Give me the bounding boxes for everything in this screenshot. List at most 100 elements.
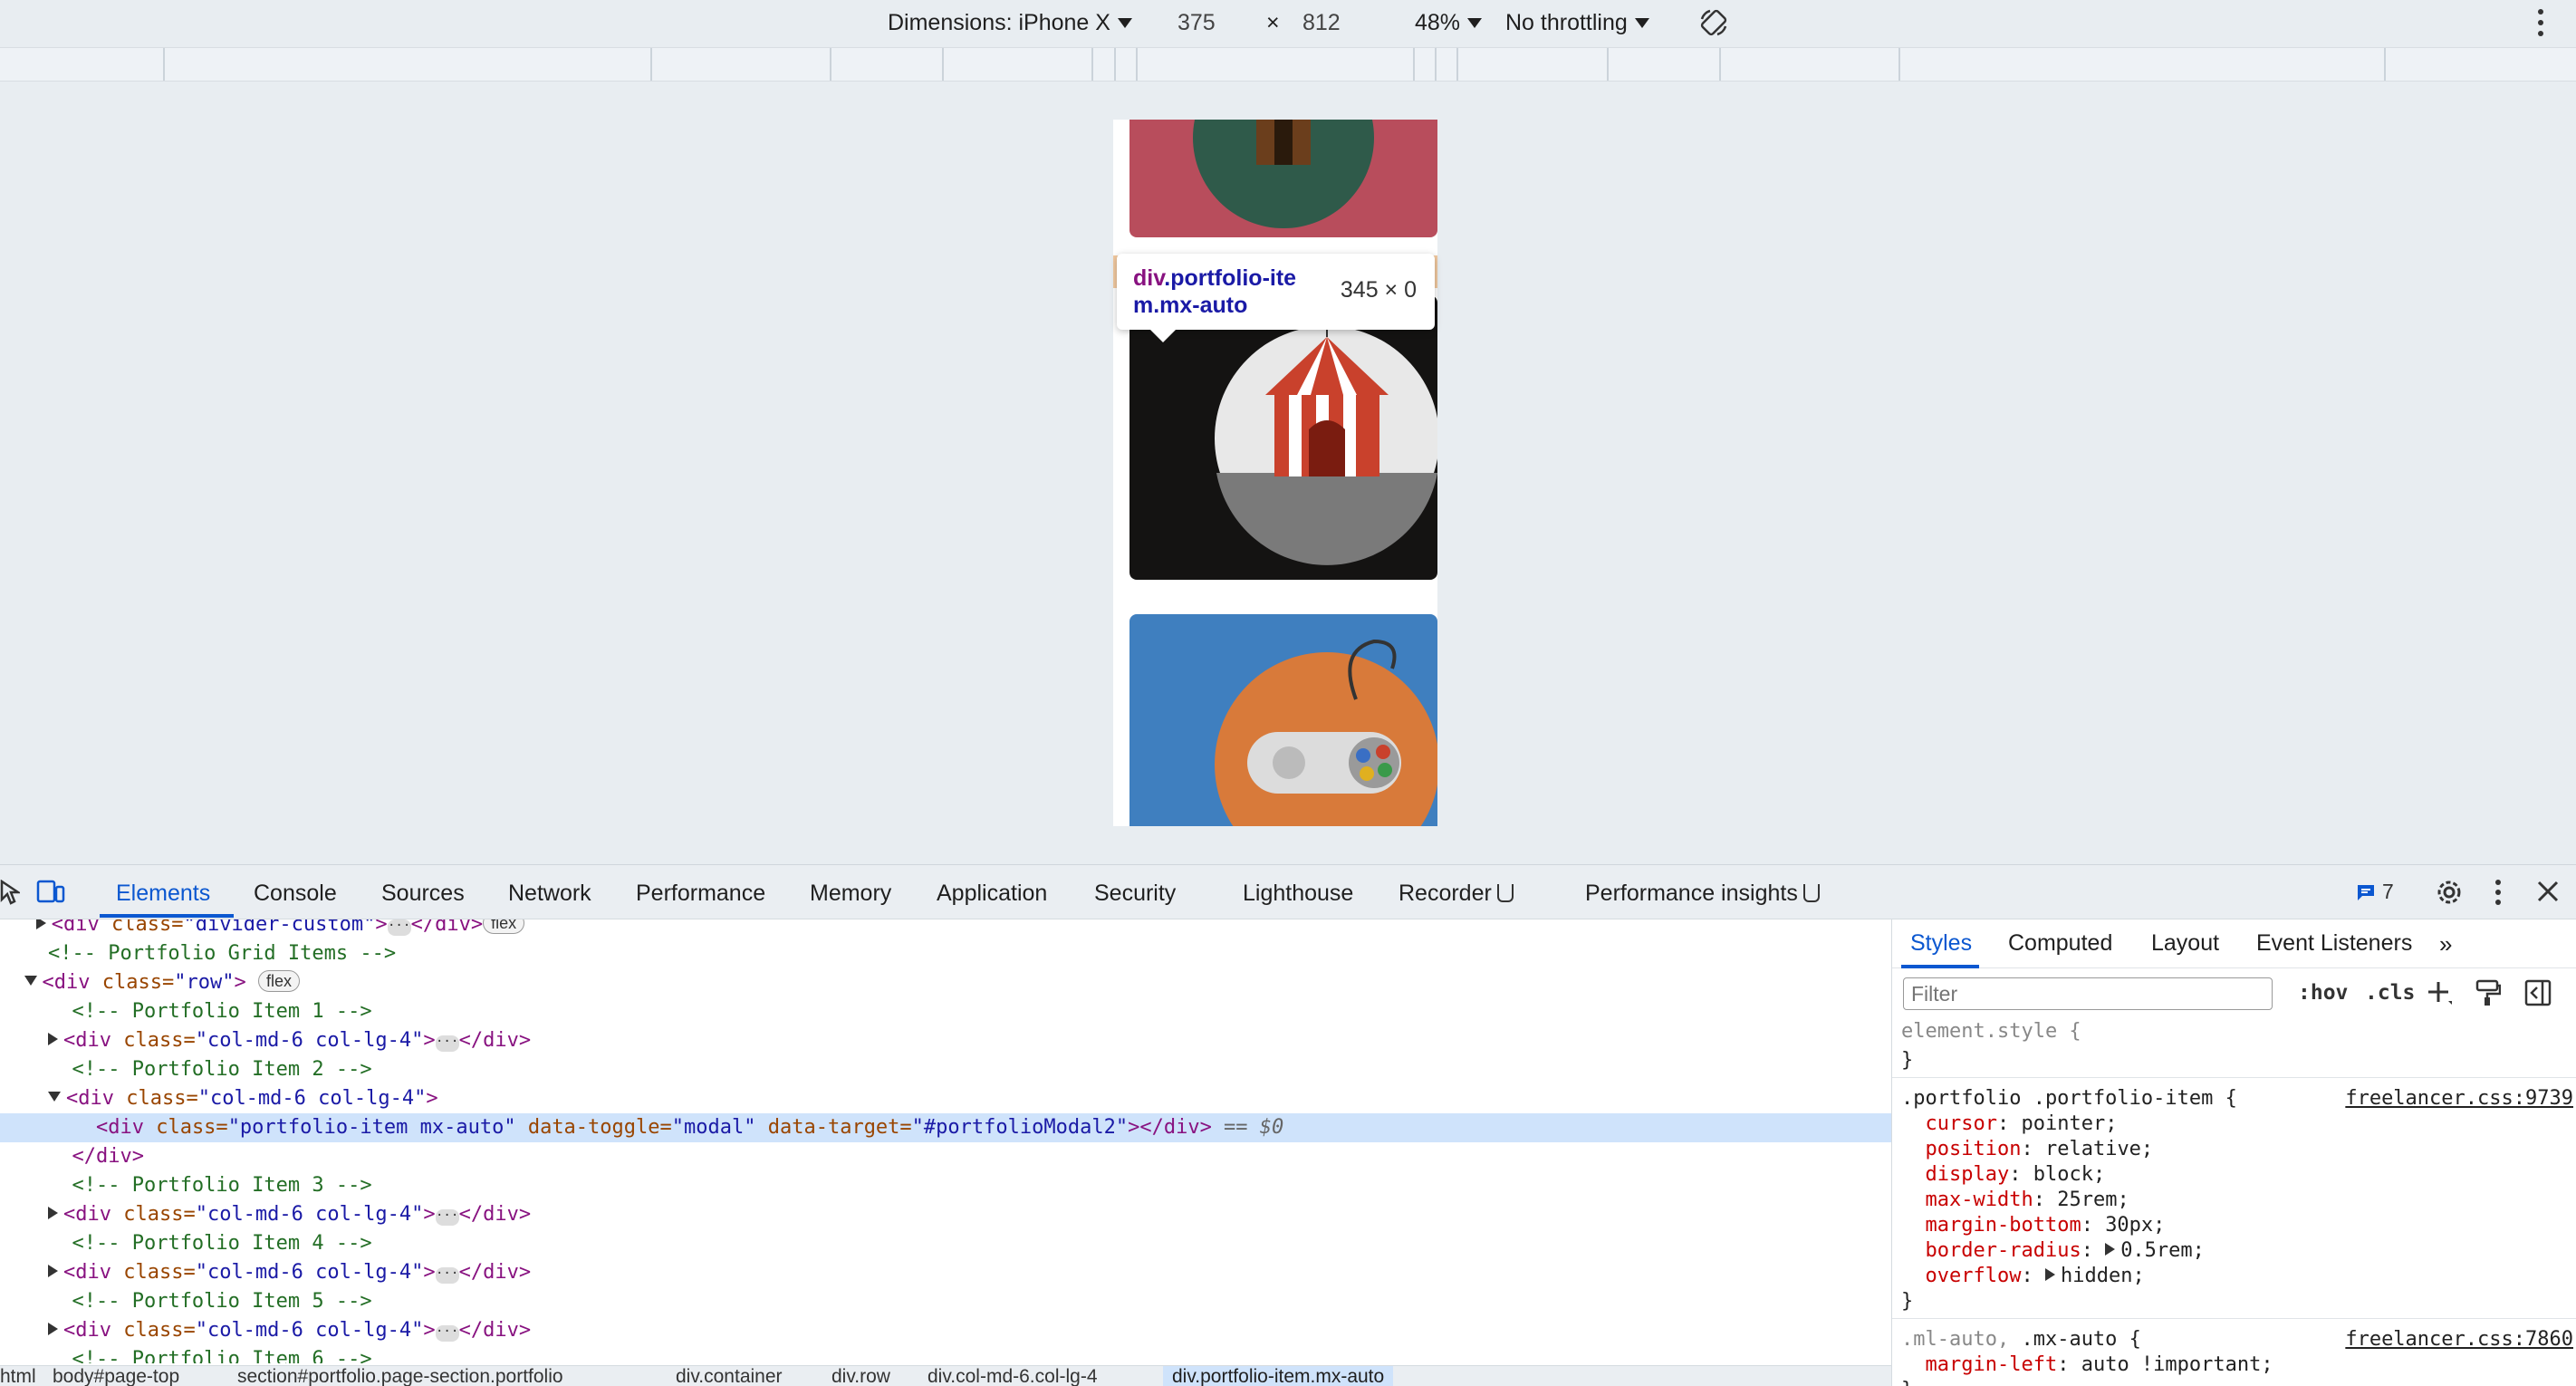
device-dimensions-select[interactable]: Dimensions: iPhone X xyxy=(888,7,1132,38)
viewport-height-input[interactable]: 812 xyxy=(1302,7,1341,38)
dom-node[interactable]: <div class="col-md-6 col-lg-4">···</div> xyxy=(0,1026,1891,1055)
tab-computed[interactable]: Computed xyxy=(2008,930,2112,957)
dom-node[interactable]: <div class="col-md-6 col-lg-4"> xyxy=(0,1084,1891,1113)
breadcrumb-item[interactable]: div.row xyxy=(831,1366,890,1386)
dom-node[interactable]: <div class="row"> flex xyxy=(0,968,1891,997)
styles-filter-input[interactable] xyxy=(1903,977,2273,1010)
throttling-select[interactable]: No throttling xyxy=(1505,7,1649,38)
css-declaration[interactable]: position: relative; xyxy=(1901,1137,2154,1162)
rule-selector[interactable]: .portfolio .portfolio-item { xyxy=(1901,1086,2237,1112)
dom-attr: data-toggle= xyxy=(515,1116,672,1139)
rule-selector[interactable]: .ml-auto, .mx-auto { xyxy=(1901,1327,2141,1352)
tab-application[interactable]: Application xyxy=(937,880,1047,907)
flex-badge[interactable]: flex xyxy=(257,970,300,992)
tab-sources[interactable]: Sources xyxy=(381,880,465,907)
collapse-triangle-icon[interactable] xyxy=(47,1092,61,1102)
rotate-icon[interactable] xyxy=(1697,7,1730,38)
css-declaration[interactable]: margin-left: auto !important; xyxy=(1901,1352,2273,1378)
dom-tag: > xyxy=(423,1261,436,1284)
dom-tag: </div> xyxy=(458,1319,532,1342)
dom-node[interactable]: <div class="col-md-6 col-lg-4">···</div> xyxy=(0,1200,1891,1229)
portfolio-card-game-controller[interactable] xyxy=(1129,614,1437,826)
dom-node[interactable]: <!-- Portfolio Item 6 --> xyxy=(0,1345,1891,1363)
tab-styles[interactable]: Styles xyxy=(1910,930,1972,957)
paint-roller-icon[interactable] xyxy=(2475,979,2502,1011)
dom-node[interactable]: <div class="col-md-6 col-lg-4">···</div> xyxy=(0,1316,1891,1345)
collapsed-ellipsis[interactable]: ··· xyxy=(435,1325,459,1342)
inspect-element-icon[interactable] xyxy=(0,879,23,911)
dom-node[interactable]: <div class="col-md-6 col-lg-4">···</div> xyxy=(0,1258,1891,1287)
tab-performance[interactable]: Performance xyxy=(636,880,765,907)
class-toggle[interactable]: .cls xyxy=(2365,981,2415,1005)
breadcrumb-item[interactable]: div.container xyxy=(676,1366,783,1386)
collapsed-ellipsis[interactable]: ··· xyxy=(435,1035,459,1052)
viewport-width-input[interactable]: 375 xyxy=(1177,7,1216,38)
css-declaration[interactable]: max-width: 25rem; xyxy=(1901,1188,2129,1213)
tab-performance-insights[interactable]: Performance insights xyxy=(1585,880,1820,907)
tab-layout[interactable]: Layout xyxy=(2151,930,2219,957)
hover-state-toggle[interactable]: :hov xyxy=(2298,981,2348,1005)
css-declaration[interactable]: border-radius: 0.5rem; xyxy=(1901,1238,2205,1264)
expand-triangle-icon[interactable] xyxy=(47,1265,58,1277)
close-icon[interactable] xyxy=(2536,880,2560,910)
rule-source-link[interactable]: freelancer.css:9739 xyxy=(2345,1086,2573,1112)
tab-recorder[interactable]: Recorder xyxy=(1399,880,1514,907)
devtools-more-icon[interactable] xyxy=(2495,880,2503,905)
expand-triangle-icon[interactable] xyxy=(2044,1268,2055,1281)
issues-badge[interactable]: 7 xyxy=(2355,880,2394,904)
dom-node[interactable]: <!-- Portfolio Item 5 --> xyxy=(0,1287,1891,1316)
element-style-text: element.style { xyxy=(1901,1020,2081,1043)
expand-triangle-icon[interactable] xyxy=(47,1207,58,1219)
dom-node[interactable]: <!-- Portfolio Item 1 --> xyxy=(0,997,1891,1026)
dom-node[interactable]: <!-- Portfolio Item 3 --> xyxy=(0,1171,1891,1200)
tab-security[interactable]: Security xyxy=(1094,880,1176,907)
dom-node[interactable]: <div class="divider-custom">···</div> fle… xyxy=(0,919,1891,939)
breadcrumb-item[interactable]: html xyxy=(0,1366,36,1386)
dom-node[interactable]: <!-- Portfolio Item 4 --> xyxy=(0,1229,1891,1258)
rule-source-link[interactable]: freelancer.css:7860 xyxy=(2345,1327,2573,1352)
css-declaration[interactable]: display: block; xyxy=(1901,1162,2106,1188)
tab-console[interactable]: Console xyxy=(254,880,337,907)
expand-triangle-icon[interactable] xyxy=(2105,1243,2116,1256)
device-toolbar-icon[interactable] xyxy=(36,880,65,911)
collapsed-ellipsis[interactable]: ··· xyxy=(387,919,411,936)
expand-triangle-icon[interactable] xyxy=(47,1033,58,1045)
collapse-triangle-icon[interactable] xyxy=(24,976,37,986)
breadcrumb-item[interactable]: section#portfolio.page-section.portfolio xyxy=(237,1366,563,1386)
tab-elements[interactable]: Elements xyxy=(116,880,210,907)
element-style-selector[interactable]: element.style { xyxy=(1901,1019,2081,1044)
dom-attr-value: "col-md-6 col-lg-4" xyxy=(195,1319,424,1342)
phone-screen[interactable] xyxy=(1113,120,1437,826)
css-declaration[interactable]: cursor: pointer; xyxy=(1901,1112,2118,1137)
breadcrumb-item[interactable]: div.col-md-6.col-lg-4 xyxy=(928,1366,1098,1386)
dom-tag: </div> xyxy=(458,1203,532,1226)
dom-node[interactable]: <!-- Portfolio Item 2 --> xyxy=(0,1055,1891,1084)
css-declaration[interactable]: overflow: hidden; xyxy=(1901,1264,2145,1289)
toggle-sidebar-icon[interactable] xyxy=(2524,979,2552,1011)
media-query-ruler[interactable] xyxy=(0,47,2576,82)
breadcrumb-item[interactable]: body#page-top xyxy=(53,1366,179,1386)
more-options-icon[interactable] xyxy=(2538,9,2545,36)
tab-event-listeners[interactable]: Event Listeners xyxy=(2256,930,2412,957)
tab-memory[interactable]: Memory xyxy=(810,880,891,907)
dom-node[interactable]: </div> xyxy=(0,1142,1891,1171)
portfolio-card-circus[interactable] xyxy=(1129,295,1437,580)
tab-network[interactable]: Network xyxy=(508,880,591,907)
flex-badge[interactable]: flex xyxy=(483,919,525,934)
expand-triangle-icon[interactable] xyxy=(35,919,46,929)
zoom-select[interactable]: 48% xyxy=(1415,7,1483,38)
css-declaration[interactable]: margin-bottom: 30px; xyxy=(1901,1213,2166,1238)
collapsed-ellipsis[interactable]: ··· xyxy=(435,1209,459,1226)
new-style-rule-icon[interactable] xyxy=(2427,979,2454,1011)
breadcrumb-item-active[interactable]: div.portfolio-item.mx-auto xyxy=(1163,1366,1394,1386)
dom-node-selected[interactable]: <div class="portfolio-item mx-auto" data… xyxy=(0,1113,1891,1142)
portfolio-card-cabin[interactable] xyxy=(1129,120,1437,237)
more-tabs-icon[interactable]: » xyxy=(2439,930,2452,958)
dom-tree[interactable]: <div class="divider-custom">···</div> fle… xyxy=(0,919,1891,1363)
dom-node[interactable]: <!-- Portfolio Grid Items --> xyxy=(0,939,1891,968)
collapsed-ellipsis[interactable]: ··· xyxy=(435,1267,459,1284)
expand-triangle-icon[interactable] xyxy=(47,1323,58,1335)
settings-gear-icon[interactable] xyxy=(2435,878,2464,913)
tab-lighthouse[interactable]: Lighthouse xyxy=(1243,880,1353,907)
dom-attr: class= xyxy=(111,919,184,936)
